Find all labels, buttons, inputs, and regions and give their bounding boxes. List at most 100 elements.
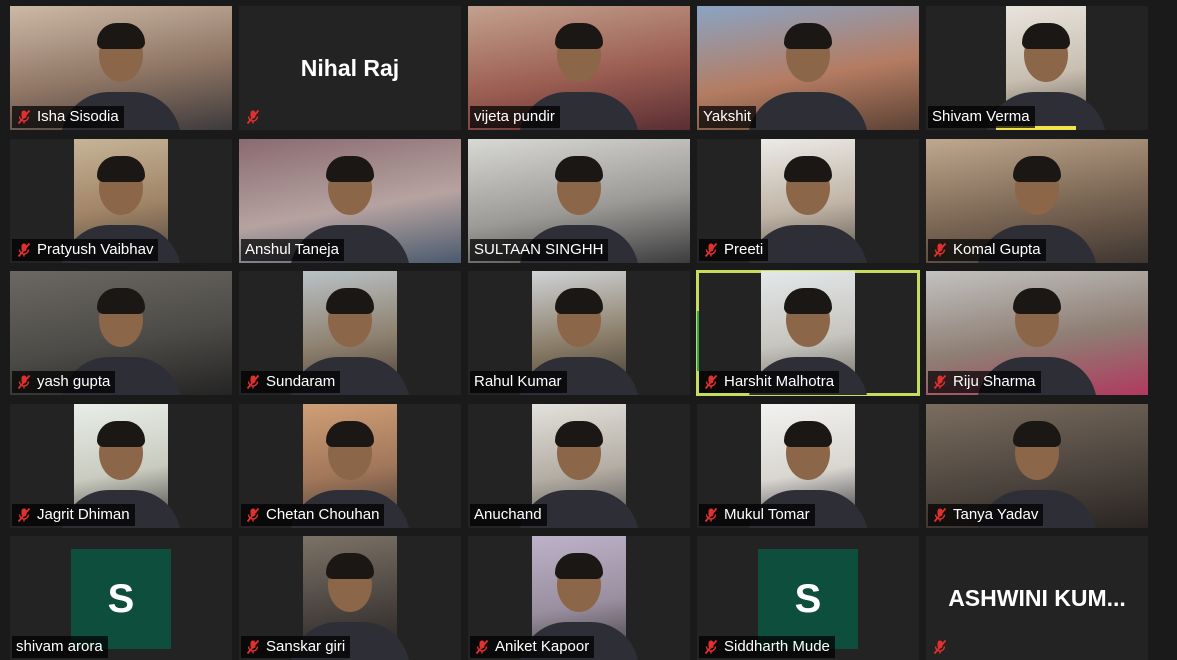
participant-tile[interactable]: Anshul Taneja bbox=[239, 138, 461, 263]
participant-hair bbox=[554, 553, 603, 580]
participant-tile[interactable]: Tanya Yadav bbox=[926, 403, 1148, 528]
participant-name-label: Pratyush Vaibhav bbox=[12, 238, 159, 261]
participant-hair bbox=[1021, 23, 1070, 50]
participant-tile[interactable]: Sshivam arora bbox=[10, 536, 232, 660]
participant-tile[interactable]: Harshit Malhotra bbox=[696, 270, 920, 396]
participant-tile[interactable]: Aniket Kapoor bbox=[468, 536, 690, 660]
participant-tile[interactable]: Mukul Tomar bbox=[697, 403, 919, 528]
participant-hair bbox=[325, 553, 374, 580]
participant-hair bbox=[554, 420, 603, 447]
participant-tile[interactable]: vijeta pundir bbox=[468, 6, 690, 130]
participant-hair bbox=[97, 288, 145, 315]
participant-name: Rahul Kumar bbox=[474, 373, 562, 390]
participant-name: vijeta pundir bbox=[474, 108, 555, 125]
participant-tile[interactable]: Nihal Raj bbox=[239, 6, 461, 130]
participant-name: Jagrit Dhiman bbox=[37, 505, 130, 523]
participant-grid: Isha Sisodia Nihal Raj vijeta pundir Yakshi… bbox=[10, 6, 1155, 660]
muted-microphone-icon bbox=[703, 242, 719, 258]
muted-microphone-icon bbox=[245, 109, 261, 125]
participant-name: shivam arora bbox=[16, 638, 103, 655]
participant-hair bbox=[1013, 288, 1061, 315]
participant-name-label bbox=[928, 636, 958, 658]
participant-name-label: Sanskar giri bbox=[241, 636, 351, 658]
participant-name-label: Komal Gupta bbox=[928, 238, 1046, 261]
participant-name-label: Anuchand bbox=[470, 503, 547, 526]
participant-name: yash gupta bbox=[37, 373, 111, 390]
participant-tile[interactable]: Jagrit Dhiman bbox=[10, 403, 232, 528]
participant-hair bbox=[96, 155, 145, 182]
participant-tile[interactable]: Pratyush Vaibhav bbox=[10, 138, 232, 263]
participant-name: Tanya Yadav bbox=[953, 505, 1039, 523]
participant-tile[interactable]: Shivam Verma bbox=[926, 6, 1148, 130]
participant-name: Anuchand bbox=[474, 505, 542, 523]
participant-tile[interactable]: Isha Sisodia bbox=[10, 6, 232, 130]
muted-microphone-icon bbox=[932, 374, 948, 390]
participant-tile[interactable]: SULTAAN SINGHH bbox=[468, 138, 690, 263]
participant-hair bbox=[325, 420, 374, 447]
participant-name-label: Preeti bbox=[699, 238, 769, 261]
muted-microphone-icon bbox=[703, 507, 719, 523]
muted-microphone-icon bbox=[932, 507, 948, 523]
participant-name-label: Sundaram bbox=[241, 371, 341, 393]
participant-name-label: shivam arora bbox=[12, 636, 108, 658]
participant-tile[interactable]: yash gupta bbox=[10, 271, 232, 395]
participant-name: Komal Gupta bbox=[953, 240, 1041, 258]
participant-name: Sanskar giri bbox=[266, 638, 346, 655]
participant-name-label: yash gupta bbox=[12, 371, 116, 393]
participant-name-label: Anshul Taneja bbox=[241, 238, 344, 261]
participant-name-label: Riju Sharma bbox=[928, 371, 1041, 393]
muted-microphone-icon bbox=[245, 507, 261, 523]
participant-name-label: Siddharth Mude bbox=[699, 636, 835, 658]
muted-microphone-icon bbox=[16, 109, 32, 125]
participant-hair bbox=[555, 155, 603, 182]
participant-hair bbox=[325, 288, 374, 315]
participant-name: Harshit Malhotra bbox=[724, 373, 835, 390]
muted-microphone-icon bbox=[703, 374, 719, 390]
participant-name-label: Rahul Kumar bbox=[470, 371, 567, 393]
active-speaker-glow bbox=[697, 311, 699, 371]
participant-hair bbox=[783, 420, 832, 447]
participant-name-label: Jagrit Dhiman bbox=[12, 503, 135, 526]
muted-microphone-icon bbox=[16, 242, 32, 258]
participant-hair bbox=[783, 288, 832, 315]
participant-name: Preeti bbox=[724, 240, 764, 258]
participant-hair bbox=[1013, 155, 1061, 182]
participant-name-label: Mukul Tomar bbox=[699, 503, 815, 526]
participant-name: Sundaram bbox=[266, 373, 336, 390]
participant-name: Isha Sisodia bbox=[37, 108, 119, 125]
muted-microphone-icon bbox=[16, 507, 32, 523]
participant-name-label bbox=[241, 106, 271, 128]
participant-name-label: vijeta pundir bbox=[470, 106, 560, 128]
participant-tile[interactable]: Sanskar giri bbox=[239, 536, 461, 660]
participant-tile[interactable]: ASHWINI KUM... bbox=[926, 536, 1148, 660]
participant-tile[interactable]: Rahul Kumar bbox=[468, 271, 690, 395]
participant-tile[interactable]: Yakshit bbox=[697, 6, 919, 130]
participant-hair bbox=[326, 155, 374, 182]
muted-microphone-icon bbox=[245, 374, 261, 390]
muted-microphone-icon bbox=[474, 639, 490, 655]
participant-name: Siddharth Mude bbox=[724, 638, 830, 655]
participant-tile[interactable]: Anuchand bbox=[468, 403, 690, 528]
participant-hair bbox=[783, 155, 832, 182]
participant-hair bbox=[1013, 420, 1061, 447]
participant-tile[interactable]: Chetan Chouhan bbox=[239, 403, 461, 528]
participant-avatar: S bbox=[71, 549, 171, 649]
participant-hair bbox=[784, 23, 832, 50]
muted-microphone-icon bbox=[16, 374, 32, 390]
participant-tile[interactable]: Sundaram bbox=[239, 271, 461, 395]
muted-microphone-icon bbox=[932, 242, 948, 258]
participant-name-label: Tanya Yadav bbox=[928, 503, 1044, 526]
participant-tile[interactable]: Preeti bbox=[697, 138, 919, 263]
participant-name: Riju Sharma bbox=[953, 373, 1036, 390]
participant-tile[interactable]: S Siddharth Mude bbox=[697, 536, 919, 660]
muted-microphone-icon bbox=[703, 639, 719, 655]
participant-name: Mukul Tomar bbox=[724, 505, 810, 523]
participant-name-label: Yakshit bbox=[699, 106, 757, 128]
participant-body bbox=[748, 92, 868, 130]
participant-name-label: SULTAAN SINGHH bbox=[470, 238, 609, 261]
participant-tile[interactable]: Komal Gupta bbox=[926, 138, 1148, 263]
muted-microphone-icon bbox=[245, 639, 261, 655]
participant-hair bbox=[96, 420, 145, 447]
participant-name-label: Chetan Chouhan bbox=[241, 503, 385, 526]
participant-tile[interactable]: Riju Sharma bbox=[926, 271, 1148, 395]
